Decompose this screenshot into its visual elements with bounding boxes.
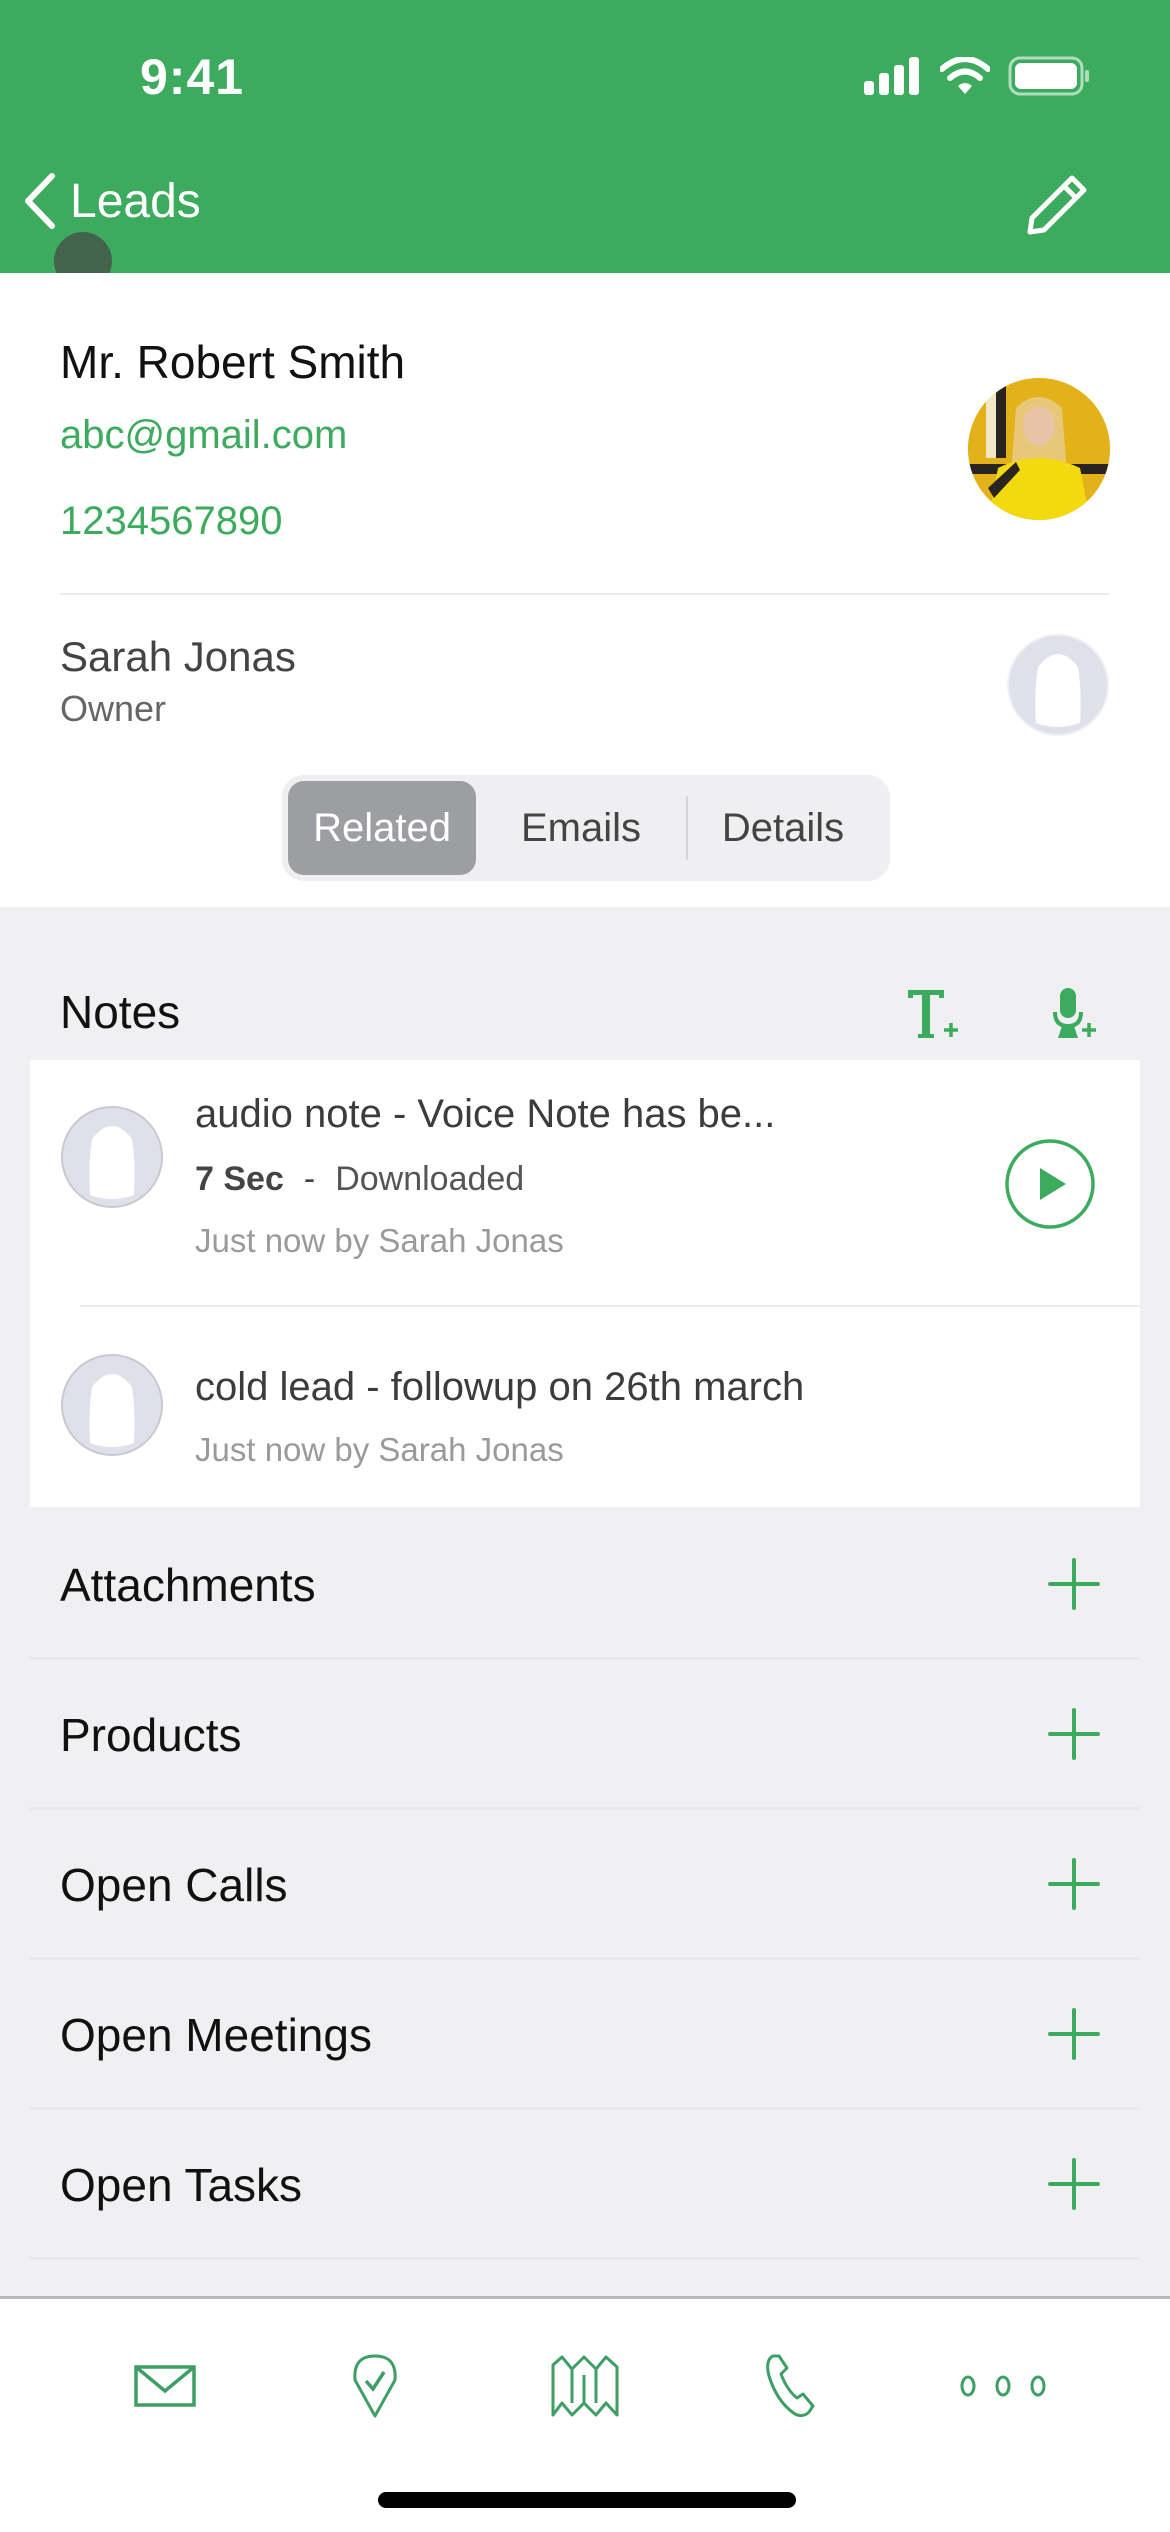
add-icon[interactable]: [1048, 2008, 1100, 2060]
note-title: audio note - Voice Note has be...: [195, 1092, 776, 1136]
section-label: Open Tasks: [60, 2159, 303, 2211]
notes-list: audio note - Voice Note has be... 7 Sec …: [30, 1060, 1140, 1507]
lead-profile: Mr. Robert Smith abc@gmail.com 123456789…: [0, 273, 1170, 907]
owner-name: Sarah Jonas: [60, 633, 296, 680]
back-label: Leads: [70, 174, 201, 228]
microphone-add-icon: [1053, 988, 1096, 1038]
section-open-calls[interactable]: Open Calls: [30, 1810, 1140, 1960]
note-avatar-placeholder-icon: [61, 1354, 163, 1456]
owner-avatar-placeholder-icon[interactable]: [1006, 633, 1110, 737]
home-indicator[interactable]: [378, 2492, 796, 2508]
mail-icon: [134, 2365, 196, 2407]
tab-emails[interactable]: Emails: [476, 781, 686, 875]
section-label: Products: [60, 1709, 242, 1761]
add-icon[interactable]: [1048, 1558, 1100, 1610]
signal-icon: [864, 57, 919, 95]
more-icon: [960, 2375, 1046, 2397]
lead-name: Mr. Robert Smith: [60, 336, 406, 388]
phone-icon: [766, 2354, 815, 2418]
edit-button[interactable]: [1024, 172, 1090, 243]
add-text-note-button[interactable]: [906, 986, 962, 1047]
note-duration: 7 Sec: [195, 1160, 284, 1198]
play-audio-button[interactable]: [1004, 1138, 1096, 1230]
section-open-meetings[interactable]: Open Meetings: [30, 1960, 1140, 2110]
section-label: Open Calls: [60, 1859, 288, 1911]
add-icon[interactable]: [1048, 1858, 1100, 1910]
note-byline: Just now by Sarah Jonas: [195, 1222, 564, 1259]
chevron-left-icon: [25, 173, 55, 229]
pencil-icon: [1027, 175, 1087, 235]
tab-related[interactable]: Related: [288, 781, 476, 875]
note-download-status: Downloaded: [335, 1160, 525, 1198]
owner-role: Owner: [60, 688, 167, 729]
battery-icon: [1008, 56, 1089, 96]
note-audio-meta: 7 Sec - Downloaded: [195, 1160, 524, 1199]
section-open-tasks[interactable]: Open Tasks: [30, 2110, 1140, 2260]
section-products[interactable]: Products: [30, 1660, 1140, 1810]
section-divider: [30, 2257, 1140, 2260]
add-icon[interactable]: [1048, 2158, 1100, 2210]
note-avatar-placeholder-icon: [61, 1106, 163, 1208]
note-title: cold lead - followup on 26th march: [195, 1365, 805, 1409]
section-label: Attachments: [60, 1559, 316, 1611]
check-in-button[interactable]: [330, 2341, 420, 2431]
status-icons: [864, 56, 1090, 96]
section-attachments[interactable]: Attachments: [30, 1510, 1140, 1660]
call-button[interactable]: [746, 2341, 836, 2431]
status-time: 9:41: [140, 49, 245, 105]
divider: [60, 593, 1110, 595]
segmented-control: Related Emails Details: [282, 775, 890, 881]
add-icon[interactable]: [1048, 1708, 1100, 1760]
text-add-icon: [908, 990, 958, 1038]
note-item-text[interactable]: cold lead - followup on 26th march Just …: [30, 1307, 1140, 1507]
map-button[interactable]: [540, 2341, 630, 2431]
note-item-audio[interactable]: audio note - Voice Note has be... 7 Sec …: [30, 1060, 1140, 1305]
map-icon: [551, 2355, 619, 2417]
lead-email-link[interactable]: abc@gmail.com: [60, 413, 347, 458]
add-voice-note-button[interactable]: [1050, 986, 1106, 1047]
avatar-photo: [968, 378, 1110, 520]
more-button[interactable]: [958, 2341, 1048, 2431]
note-byline: Just now by Sarah Jonas: [195, 1431, 564, 1468]
wifi-icon: [940, 57, 990, 94]
tab-details[interactable]: Details: [688, 781, 878, 875]
section-label: Open Meetings: [60, 2009, 372, 2061]
location-check-icon: [353, 2354, 397, 2418]
back-button[interactable]: Leads: [22, 172, 201, 230]
lead-avatar[interactable]: [968, 378, 1110, 520]
meta-separator: -: [303, 1160, 316, 1198]
email-button[interactable]: [120, 2341, 210, 2431]
nav-header: 9:41 Leads: [0, 0, 1170, 290]
notes-heading: Notes: [60, 986, 181, 1038]
lead-phone-link[interactable]: 1234567890: [60, 499, 282, 544]
